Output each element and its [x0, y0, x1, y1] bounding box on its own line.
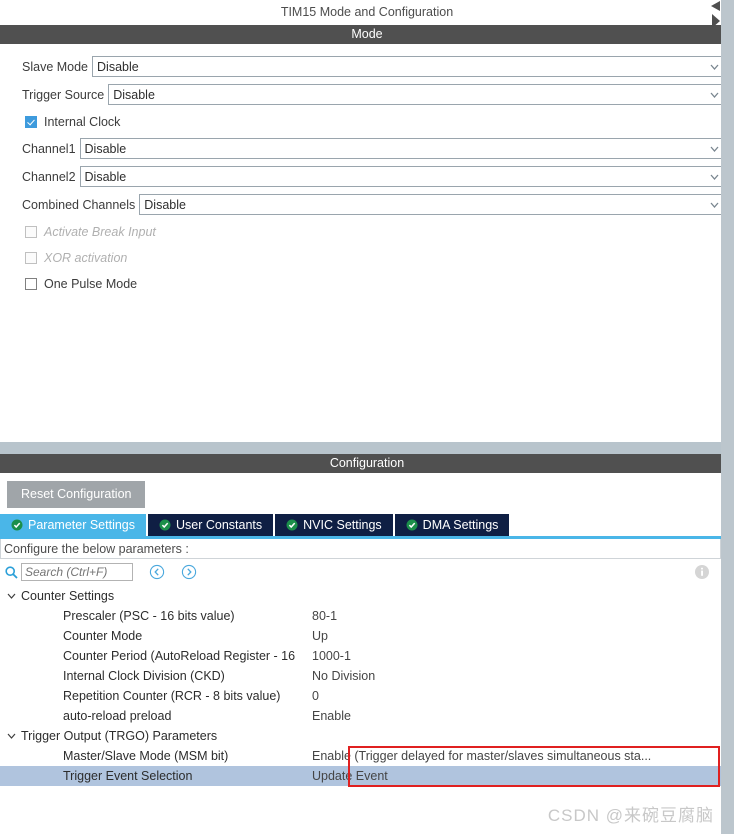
- configure-prompt: Configure the below parameters :: [0, 538, 721, 559]
- param-value[interactable]: Enable (Trigger delayed for master/slave…: [297, 749, 734, 763]
- checkbox-icon-unchecked[interactable]: [25, 278, 37, 290]
- tab-label: NVIC Settings: [303, 517, 382, 532]
- param-name: Internal Clock Division (CKD): [63, 668, 225, 683]
- configuration-tabs: Parameter Settings User Constants NVIC S…: [0, 513, 734, 539]
- group-trigger-output-parameters[interactable]: Trigger Output (TRGO) Parameters: [0, 726, 734, 746]
- xor-activation-label: XOR activation: [44, 251, 128, 265]
- param-value[interactable]: 80-1: [297, 609, 734, 623]
- channel2-label: Channel2: [22, 169, 76, 184]
- activate-break-input-label: Activate Break Input: [44, 225, 156, 239]
- tab-nvic-settings[interactable]: NVIC Settings: [275, 513, 393, 536]
- group-label: Trigger Output (TRGO) Parameters: [21, 728, 218, 743]
- table-row[interactable]: Repetition Counter (RCR - 8 bits value) …: [0, 686, 734, 706]
- tab-label: User Constants: [176, 517, 263, 532]
- checkbox-icon-unchecked-disabled: [25, 226, 37, 238]
- trigger-source-label: Trigger Source: [22, 87, 105, 102]
- panel-separator: [0, 442, 734, 454]
- chevron-down-icon[interactable]: [5, 589, 18, 602]
- table-row[interactable]: auto-reload preload Enable: [0, 706, 734, 726]
- check-circle-icon: [286, 519, 298, 531]
- tab-label: Parameter Settings: [28, 517, 135, 532]
- trigger-source-dropdown[interactable]: Disable: [108, 84, 726, 105]
- field-channel1: Channel1 Disable: [0, 135, 734, 162]
- next-arrow-icon[interactable]: [181, 564, 197, 580]
- param-name: Repetition Counter (RCR - 8 bits value): [63, 688, 281, 703]
- checkbox-icon-unchecked-disabled: [25, 252, 37, 264]
- watermark: CSDN @来碗豆腐脑: [547, 806, 714, 825]
- check-circle-icon: [406, 519, 418, 531]
- combined-channels-value: Disable: [144, 197, 186, 212]
- group-label: Counter Settings: [21, 588, 115, 603]
- tim15-config-window: TIM15 Mode and Configuration Mode Slave …: [0, 0, 734, 834]
- table-row[interactable]: Counter Period (AutoReload Register - 16…: [0, 646, 734, 666]
- combined-channels-label: Combined Channels: [22, 197, 136, 212]
- slave-mode-label: Slave Mode: [22, 59, 89, 74]
- panel-title: TIM15 Mode and Configuration: [0, 0, 734, 25]
- tab-parameter-settings[interactable]: Parameter Settings: [0, 513, 146, 536]
- param-name: Trigger Event Selection: [63, 768, 193, 783]
- mode-panel: Slave Mode Disable Trigger Source Disabl…: [0, 44, 734, 442]
- slave-mode-value: Disable: [97, 59, 139, 74]
- scroll-up-arrow-icon[interactable]: [709, 0, 721, 40]
- parameter-tree: Counter Settings Prescaler (PSC - 16 bit…: [0, 585, 734, 787]
- mode-section-header: Mode: [0, 25, 734, 44]
- chevron-down-icon[interactable]: [5, 729, 18, 742]
- checkbox-xor-activation: XOR activation: [0, 245, 734, 271]
- vertical-scrollbar[interactable]: [721, 0, 734, 834]
- param-value[interactable]: Update Event: [297, 769, 734, 783]
- previous-arrow-icon[interactable]: [149, 564, 165, 580]
- tab-dma-settings[interactable]: DMA Settings: [394, 513, 510, 536]
- group-counter-settings[interactable]: Counter Settings: [0, 586, 734, 606]
- param-value[interactable]: Up: [297, 629, 734, 643]
- param-name: Master/Slave Mode (MSM bit): [63, 748, 229, 763]
- channel1-label: Channel1: [22, 141, 76, 156]
- search-icon: [4, 565, 19, 580]
- search-toolbar: [0, 558, 734, 586]
- reset-configuration-wrap: Reset Configuration: [0, 473, 734, 514]
- channel1-dropdown[interactable]: Disable: [79, 138, 726, 159]
- combined-channels-dropdown[interactable]: Disable: [139, 194, 726, 215]
- param-name: auto-reload preload: [63, 708, 172, 723]
- configuration-panel: Reset Configuration Parameter Settings U…: [0, 473, 734, 787]
- search-input[interactable]: [21, 563, 133, 581]
- param-name: Prescaler (PSC - 16 bits value): [63, 608, 235, 623]
- internal-clock-label: Internal Clock: [44, 115, 121, 129]
- param-name: Counter Mode: [63, 628, 143, 643]
- trigger-source-value: Disable: [113, 87, 155, 102]
- trgo-rows-wrap: Master/Slave Mode (MSM bit) Enable (Trig…: [0, 745, 734, 787]
- channel1-value: Disable: [84, 141, 127, 156]
- check-circle-icon: [159, 519, 171, 531]
- table-row[interactable]: Internal Clock Division (CKD) No Divisio…: [0, 666, 734, 686]
- channel2-value: Disable: [84, 169, 127, 184]
- param-value[interactable]: 0: [297, 689, 734, 703]
- reset-configuration-button[interactable]: Reset Configuration: [7, 481, 146, 508]
- checkbox-icon-checked[interactable]: [25, 116, 37, 128]
- param-value[interactable]: No Division: [297, 669, 734, 683]
- field-combined-channels: Combined Channels Disable: [0, 191, 734, 218]
- tab-label: DMA Settings: [422, 517, 499, 532]
- table-row[interactable]: Prescaler (PSC - 16 bits value) 80-1: [0, 606, 734, 626]
- configuration-section-header: Configuration: [0, 454, 734, 473]
- table-row[interactable]: Master/Slave Mode (MSM bit) Enable (Trig…: [0, 746, 734, 766]
- checkbox-activate-break-input: Activate Break Input: [0, 219, 734, 245]
- field-slave-mode: Slave Mode Disable: [0, 53, 734, 80]
- tab-user-constants[interactable]: User Constants: [148, 513, 274, 536]
- checkbox-one-pulse-mode[interactable]: One Pulse Mode: [0, 271, 734, 297]
- checkbox-internal-clock[interactable]: Internal Clock: [0, 109, 734, 135]
- field-channel2: Channel2 Disable: [0, 163, 734, 190]
- field-trigger-source: Trigger Source Disable: [0, 81, 734, 108]
- table-row[interactable]: Trigger Event Selection Update Event: [0, 765, 734, 786]
- one-pulse-mode-label: One Pulse Mode: [44, 277, 138, 291]
- check-circle-icon: [11, 519, 23, 531]
- param-value[interactable]: 1000-1: [297, 649, 734, 663]
- channel2-dropdown[interactable]: Disable: [79, 166, 726, 187]
- slave-mode-dropdown[interactable]: Disable: [92, 56, 726, 77]
- table-row[interactable]: Counter Mode Up: [0, 626, 734, 646]
- info-icon[interactable]: [694, 564, 710, 580]
- param-value[interactable]: Enable: [297, 709, 734, 723]
- param-name: Counter Period (AutoReload Register - 16…: [63, 648, 297, 663]
